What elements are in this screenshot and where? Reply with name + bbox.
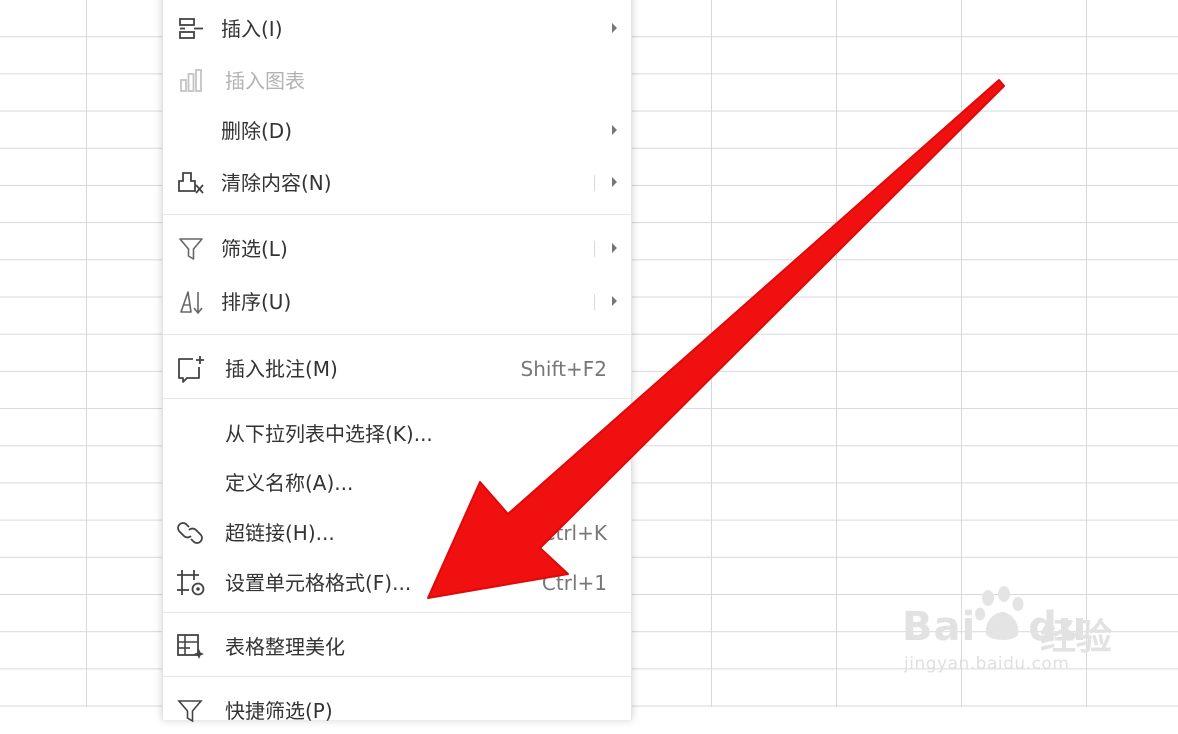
menu-separator <box>163 334 631 335</box>
menu-item-label: 定义名称(A)... <box>225 471 354 495</box>
menu-separator <box>163 398 631 399</box>
eraser-icon <box>175 169 207 197</box>
menu-item-shortcut: Ctrl+1 <box>541 571 607 595</box>
menu-item-insert[interactable]: 插入(I) <box>163 6 631 52</box>
submenu-arrow-icon <box>612 125 617 135</box>
menu-item-label: 插入图表 <box>225 69 305 93</box>
separator <box>594 294 595 310</box>
baidu-paw-icon <box>975 586 1024 640</box>
menu-item-filter[interactable]: 筛选(L) <box>163 226 631 272</box>
menu-item-label: 超链接(H)... <box>225 521 335 545</box>
link-icon <box>175 519 207 547</box>
menu-item-label: 设置单元格格式(F)... <box>225 571 412 595</box>
menu-item-shortcut: Shift+F2 <box>520 357 607 381</box>
menu-item-label: 插入(I) <box>221 17 283 41</box>
menu-item-pick-from-list[interactable]: 从下拉列表中选择(K)... <box>163 411 631 457</box>
menu-item-table-beautify[interactable]: 表格整理美化 <box>163 624 631 670</box>
menu-item-label: 清除内容(N) <box>221 171 332 195</box>
menu-item-format-cells[interactable]: 设置单元格格式(F)... Ctrl+1 <box>163 560 631 606</box>
sort-icon <box>175 288 207 316</box>
menu-item-shortcut: Ctrl+K <box>541 521 607 545</box>
quick-filter-icon <box>175 697 207 725</box>
menu-item-label: 删除(D) <box>221 119 293 143</box>
submenu-arrow-icon <box>612 296 617 306</box>
menu-item-label: 表格整理美化 <box>225 635 345 659</box>
menu-separator <box>163 214 631 215</box>
separator <box>594 175 595 191</box>
menu-item-insert-chart: 插入图表 <box>163 58 631 104</box>
menu-item-quick-filter[interactable]: 快捷筛选(P) <box>163 688 631 734</box>
context-menu: 插入(I) 插入图表 删除(D) 清除内容(N) 筛选(L) 排序(U) 插入批… <box>162 0 632 723</box>
menu-item-insert-comment[interactable]: 插入批注(M) Shift+F2 <box>163 346 631 392</box>
filter-icon <box>175 235 207 263</box>
menu-item-sort[interactable]: 排序(U) <box>163 279 631 325</box>
separator <box>594 241 595 257</box>
menu-item-label: 排序(U) <box>221 290 292 314</box>
menu-item-label: 快捷筛选(P) <box>225 699 333 723</box>
insert-row-icon <box>175 15 207 43</box>
menu-item-delete[interactable]: 删除(D) <box>163 108 631 154</box>
menu-item-clear-contents[interactable]: 清除内容(N) <box>163 160 631 206</box>
bar-chart-icon <box>175 67 207 95</box>
submenu-arrow-icon <box>612 23 617 33</box>
menu-item-label: 筛选(L) <box>221 237 288 261</box>
menu-separator <box>163 612 631 613</box>
comment-add-icon <box>175 355 207 383</box>
watermark-cn: 经验 <box>1040 617 1113 658</box>
submenu-arrow-icon <box>612 177 617 187</box>
menu-item-hyperlink[interactable]: 超链接(H)... Ctrl+K <box>163 510 631 556</box>
menu-item-label: 插入批注(M) <box>225 357 338 381</box>
watermark-url: jingyan.baidu.com <box>904 654 1070 674</box>
menu-item-label: 从下拉列表中选择(K)... <box>225 422 433 446</box>
menu-item-define-name[interactable]: 定义名称(A)... <box>163 460 631 506</box>
menu-separator <box>163 676 631 677</box>
baidu-watermark: Bai du 经验 jingyan.baidu.com <box>902 584 1122 684</box>
cell-format-icon <box>175 569 207 597</box>
table-beautify-icon <box>175 633 207 661</box>
submenu-arrow-icon <box>612 243 617 253</box>
